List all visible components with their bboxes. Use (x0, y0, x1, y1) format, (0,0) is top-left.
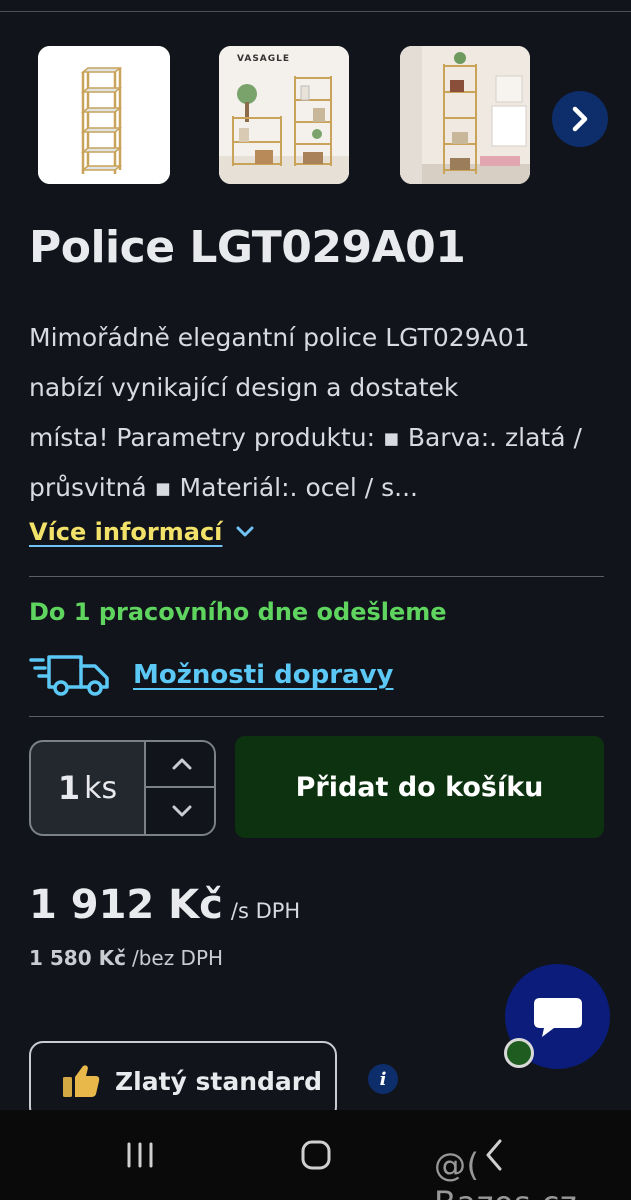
thumbnail-3[interactable] (400, 46, 530, 184)
delivery-options-label: Možnosti dopravy (133, 660, 394, 690)
quantity-stepper[interactable]: 1 ks (29, 740, 216, 836)
recent-apps-button[interactable] (90, 1110, 190, 1200)
dispatch-info: Do 1 pracovního dne odešleme (29, 598, 447, 626)
chevron-down-icon (236, 526, 254, 537)
quantity-increase-button[interactable] (146, 742, 214, 788)
delivery-truck-icon (29, 655, 109, 696)
delivery-options-link[interactable]: Možnosti dopravy (29, 654, 393, 696)
home-icon (301, 1140, 331, 1170)
quantity-number: 1 (57, 769, 81, 807)
price-without-vat: 1 580 Kč /bez DPH (29, 946, 223, 970)
shelf-lifestyle-image (219, 46, 349, 184)
more-info-label: Více informací (29, 518, 223, 546)
description-line: nabízí vynikající design a dostatek (29, 373, 459, 402)
add-to-cart-button[interactable]: Přidat do košíku (235, 736, 604, 838)
thumbnail-2[interactable]: VASAGLE (219, 46, 349, 184)
quantity-arrows (144, 742, 214, 834)
thumbnail-1[interactable] (38, 46, 170, 184)
more-info-link[interactable]: Více informací (29, 518, 254, 546)
info-icon[interactable]: i (368, 1064, 398, 1094)
shelf-room-image (400, 46, 530, 184)
recent-apps-icon (127, 1142, 153, 1168)
price-with-vat: 1 912 Kč /s DPH (29, 882, 300, 928)
quantity-unit: ks (84, 770, 118, 806)
add-to-cart-label: Přidat do košíku (295, 771, 544, 803)
top-divider (0, 11, 631, 12)
description-line: průsvitná ▪ Materiál:. ocel / s... (29, 473, 418, 502)
watermark: @( Bazos.cz (434, 1146, 577, 1200)
quality-badge-button[interactable]: Zlatý standard (29, 1041, 337, 1121)
section-divider (29, 716, 604, 717)
product-description: Mimořádně elegantní police LGT029A01 nab… (29, 313, 589, 513)
price-value-net: 1 580 Kč (29, 946, 126, 970)
brand-label: VASAGLE (237, 54, 291, 64)
online-status-dot (504, 1038, 534, 1068)
price-suffix-net: /bez DPH (131, 946, 224, 970)
shelf-image (38, 46, 170, 184)
quantity-decrease-button[interactable] (146, 788, 214, 834)
price-value: 1 912 Kč (29, 882, 223, 928)
chevron-right-icon (572, 106, 588, 132)
description-line: Mimořádně elegantní police LGT029A01 (29, 323, 530, 352)
chevron-up-icon (172, 758, 192, 770)
quality-badge-label: Zlatý standard (115, 1066, 323, 1096)
description-line: místa! Parametry produktu: ▪ Barva:. zla… (29, 423, 582, 452)
gallery-next-button[interactable] (552, 91, 608, 147)
section-divider (29, 576, 604, 577)
home-button[interactable] (266, 1110, 366, 1200)
price-suffix: /s DPH (230, 899, 301, 923)
chat-bubble-icon (533, 997, 582, 1037)
quantity-value[interactable]: 1 ks (31, 742, 144, 834)
chevron-down-icon (172, 805, 192, 817)
thumbs-up-icon (63, 1065, 100, 1097)
product-title: Police LGT029A01 (29, 222, 466, 273)
